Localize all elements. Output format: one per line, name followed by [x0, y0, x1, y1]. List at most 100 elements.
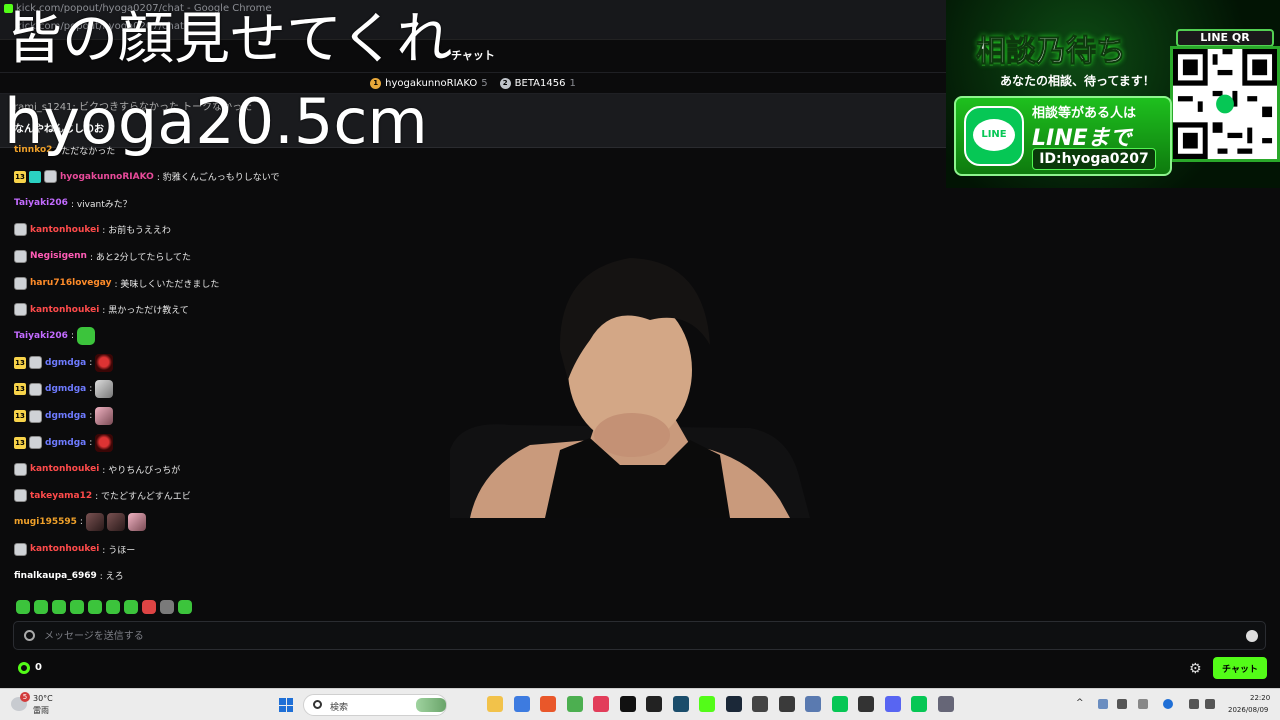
emote-icon[interactable]	[142, 600, 156, 614]
emote-icon[interactable]	[106, 600, 120, 614]
leaderboard-item[interactable]: 2 BETA1456 1	[499, 77, 576, 89]
clock-time[interactable]: 22:20	[1250, 694, 1270, 702]
weather-temperature: 30°C	[33, 694, 53, 703]
chat-message[interactable]: 13 dgmdga:	[14, 406, 114, 426]
chat-message[interactable]: takeyama12: でたどすんどすんエビ	[14, 486, 191, 506]
app-red-icon[interactable]	[593, 696, 609, 712]
emote-icon[interactable]	[160, 600, 174, 614]
app-misc-icon[interactable]	[752, 696, 768, 712]
chat-message[interactable]: kantonhoukei: お前もうええわ	[14, 220, 171, 240]
settings-icon[interactable]	[937, 696, 954, 712]
emote-icon[interactable]	[88, 600, 102, 614]
microphone-icon[interactable]	[1117, 699, 1127, 709]
chat-message[interactable]: Taiyaki206: vivantみた？	[14, 193, 132, 213]
chat-username[interactable]: hyogakunnoRIAKO	[60, 172, 154, 182]
chat-message[interactable]: haru716lovegay: 美味しくいただきました	[14, 273, 219, 293]
gear-icon[interactable]: ⚙	[1189, 661, 1202, 677]
cloud-icon[interactable]	[1163, 699, 1173, 709]
chat-text: : うほー	[102, 545, 136, 556]
app-dark-icon[interactable]	[646, 696, 662, 712]
chat-send-button[interactable]: チャット	[1213, 657, 1267, 679]
chat-username[interactable]: dgmdga	[45, 384, 86, 394]
game-icon[interactable]	[858, 696, 874, 712]
app-stream-icon[interactable]	[672, 696, 689, 712]
discord-icon[interactable]	[884, 696, 901, 712]
file-explorer-icon[interactable]	[487, 696, 503, 712]
taskbar-search[interactable]: 検索	[303, 694, 447, 716]
emoji-icon[interactable]	[1246, 630, 1258, 642]
chat-message[interactable]: Taiyaki206:	[14, 326, 95, 346]
chat-username[interactable]: dgmdga	[45, 438, 86, 448]
chat-message[interactable]: kantonhoukei: 黒かっただけ教えて	[14, 300, 189, 320]
chat-username[interactable]: kantonhoukei	[30, 544, 99, 554]
close-icon[interactable]	[1138, 699, 1148, 709]
line-qr-code	[1170, 46, 1280, 162]
display-icon[interactable]	[1189, 699, 1199, 709]
chat-emote-icon	[106, 513, 125, 532]
chat-username[interactable]: haru716lovegay	[30, 278, 111, 288]
emote-icon[interactable]	[52, 600, 66, 614]
steam-icon[interactable]	[725, 696, 742, 712]
tray-chevron-icon[interactable]: ^	[1076, 698, 1084, 708]
user-badge-icon	[14, 542, 27, 556]
chat-message[interactable]: kantonhoukei: やりちんびっちが	[14, 459, 180, 479]
kick-icon[interactable]	[699, 696, 715, 712]
chat-message[interactable]: Negisigenn: あと2分してたらしてた	[14, 246, 191, 266]
windows-taskbar: 5 30°C 雷雨 検索 ^ 22:20 2026/08/09	[0, 688, 1280, 720]
banner-heading: 相談乃待ち	[976, 34, 1127, 70]
windows-start-icon[interactable]	[279, 698, 293, 712]
chat-message[interactable]: mugi195595:	[14, 512, 146, 532]
brave-icon[interactable]	[540, 696, 556, 712]
chrome-icon[interactable]	[566, 696, 583, 712]
chat-username[interactable]: kantonhoukei	[30, 305, 99, 315]
subscriber-badge-icon: 13	[14, 436, 26, 449]
user-badge-icon	[14, 303, 27, 317]
obs-icon[interactable]	[778, 696, 795, 712]
volume-icon[interactable]	[1205, 699, 1215, 709]
chat-username[interactable]: mugi195595	[14, 517, 77, 527]
chat-username[interactable]: dgmdga	[45, 358, 86, 368]
chat-emote-icon	[95, 380, 114, 399]
chat-message[interactable]: 13 dgmdga:	[14, 433, 114, 453]
chat-text: :	[70, 331, 74, 342]
chat-text: :	[89, 384, 93, 395]
chat-message-input[interactable]	[44, 626, 1224, 646]
overlay-subtitle: hyoga20.5cm	[4, 85, 428, 158]
line-app-icon: LINE	[964, 106, 1024, 166]
emote-menu-icon[interactable]	[24, 630, 35, 641]
emote-icon[interactable]	[178, 600, 192, 614]
user-badge-icon	[29, 356, 42, 370]
chat-message[interactable]: 13 dgmdga:	[14, 353, 114, 373]
chat-username[interactable]: dgmdga	[45, 411, 86, 421]
user-badge-icon	[29, 409, 42, 423]
line-id: ID:hyoga0207	[1032, 148, 1156, 170]
store-icon[interactable]	[513, 696, 530, 712]
chat-emote-icon	[76, 327, 95, 346]
line-icon[interactable]	[831, 696, 848, 712]
app-window-icon[interactable]	[805, 696, 821, 712]
emote-icon[interactable]	[34, 600, 48, 614]
chat-message[interactable]: finalkaupa_6969: えろ	[14, 566, 124, 586]
chat-message[interactable]: kantonhoukei: うほー	[14, 539, 135, 559]
emote-icon[interactable]	[70, 600, 84, 614]
chat-username[interactable]: takeyama12	[30, 491, 92, 501]
network-icon[interactable]	[1098, 699, 1108, 709]
search-label: 検索	[330, 703, 349, 713]
chat-username[interactable]: Taiyaki206	[14, 198, 68, 208]
gift-badge-icon	[29, 170, 41, 183]
chat-message[interactable]: 13 hyogakunnoRIAKO: 豹雅くんごんっもりしないで	[14, 167, 279, 187]
emote-icon[interactable]	[124, 600, 138, 614]
chat-username[interactable]: kantonhoukei	[30, 225, 99, 235]
chat-username[interactable]: kantonhoukei	[30, 464, 99, 474]
tiktok-icon[interactable]	[619, 696, 636, 712]
subscriber-badge-icon: 13	[14, 410, 26, 422]
emote-icon[interactable]	[16, 600, 30, 614]
chat-username[interactable]: Negisigenn	[30, 251, 87, 261]
clock-date[interactable]: 2026/08/09	[1228, 706, 1268, 714]
chat-text: :	[89, 437, 93, 448]
chat-username[interactable]: finalkaupa_6969	[14, 571, 97, 581]
channel-points-icon[interactable]	[18, 662, 30, 674]
line2-icon[interactable]	[911, 696, 927, 712]
chat-username[interactable]: Taiyaki206	[14, 331, 68, 341]
chat-message[interactable]: 13 dgmdga:	[14, 379, 114, 399]
